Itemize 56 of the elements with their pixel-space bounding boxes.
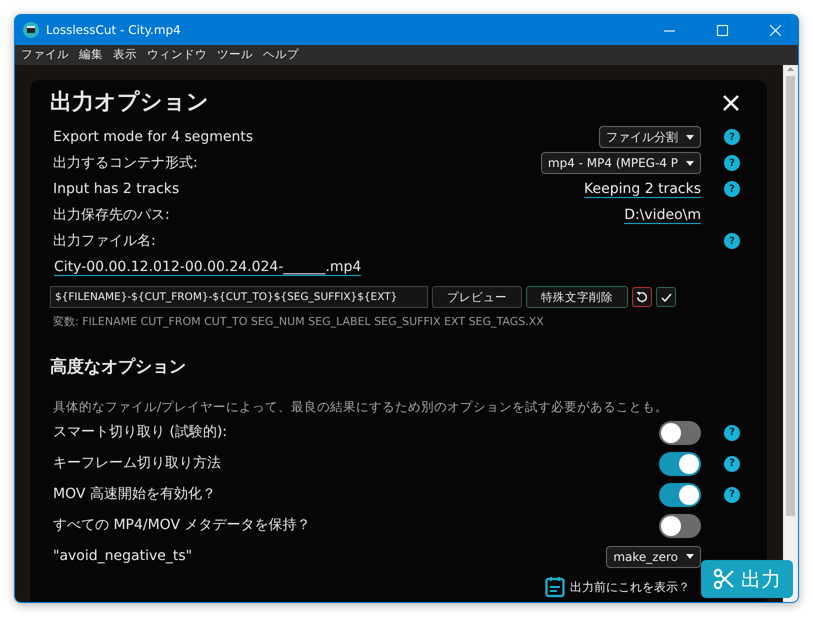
help-icon[interactable]: ? xyxy=(724,181,740,198)
confirm-button[interactable] xyxy=(656,287,676,308)
menu-item[interactable]: 編集 xyxy=(79,46,103,64)
maximize-icon xyxy=(716,24,728,36)
close-icon xyxy=(770,24,780,36)
toggle-switch[interactable] xyxy=(659,482,701,507)
dropdown[interactable]: make_zero xyxy=(606,546,701,568)
help-icon[interactable]: ? xyxy=(724,456,740,472)
help-icon[interactable]: ? xyxy=(724,155,740,172)
option-label: 出力保存先のパス: xyxy=(52,206,171,225)
text-button[interactable]: プレビュー xyxy=(432,286,522,308)
help-icon[interactable]: ? xyxy=(724,424,740,441)
help-icon[interactable]: ? xyxy=(724,233,740,250)
app-logo-icon xyxy=(23,22,39,38)
menu-item[interactable]: ファイル xyxy=(21,46,69,64)
option-label: スマート切り取り (試験的): xyxy=(52,423,228,442)
caret-icon xyxy=(686,134,694,140)
toggle-switch[interactable] xyxy=(659,452,701,476)
option-label: 出力ファイル名: xyxy=(52,232,157,251)
menu-item[interactable]: ヘルプ xyxy=(263,46,299,64)
option-label: すべての MP4/MOV メタデータを保持？ xyxy=(52,516,312,536)
template-field[interactable]: ${FILENAME}-${CUT_FROM}-${CUT_TO}${SEG_SUFFIX}${EXT} xyxy=(50,286,428,308)
menu-item[interactable]: ウィンドウ xyxy=(147,46,207,64)
advanced-note: 具体的なファイル/プレイヤーによって、最良の結果にするため別のオプションを試す必要があることも。 xyxy=(52,398,670,416)
menu-item[interactable]: 表示 xyxy=(113,46,137,64)
scrollbar[interactable] xyxy=(783,65,798,602)
scissors-icon xyxy=(713,568,735,590)
caret-icon xyxy=(686,554,694,560)
link[interactable]: Keeping 2 tracks xyxy=(584,180,701,198)
reset-button[interactable] xyxy=(632,287,652,308)
calendar-icon[interactable] xyxy=(545,576,565,598)
text-button[interactable]: 特殊文字削除 xyxy=(526,286,628,308)
option-label: "avoid_negative_ts" xyxy=(52,547,194,566)
reset-icon xyxy=(636,291,648,304)
link[interactable]: D:\video\m xyxy=(624,206,701,224)
menu-item[interactable]: ツール xyxy=(217,46,253,64)
caret-icon xyxy=(686,160,694,166)
close-icon[interactable] xyxy=(723,95,739,112)
option-label: 出力するコンテナ形式: xyxy=(52,154,199,173)
option-label: キーフレーム切り取り方法 xyxy=(52,454,222,474)
dialog-title: 出力オプション xyxy=(50,90,209,116)
help-icon[interactable]: ? xyxy=(724,486,740,503)
dropdown[interactable]: ファイル分割 xyxy=(599,126,701,148)
window-title: LosslessCut - City.mp4 xyxy=(46,22,182,39)
variables-hint: 変数: FILENAME CUT_FROM CUT_TO SEG_NUM SEG_LABEL SEG_SUFFIX EXT SEG_TAGS.XX xyxy=(52,314,545,330)
option-label: Input has 2 tracks xyxy=(52,180,180,199)
section-title: 高度なオプション xyxy=(50,356,187,379)
option-label: MOV 高速開始を有効化？ xyxy=(52,485,217,504)
toggle-switch[interactable] xyxy=(659,514,701,538)
dropdown[interactable]: mp4 - MP4 (MPEG-4 P xyxy=(540,152,701,174)
help-icon[interactable]: ? xyxy=(724,129,740,146)
option-label: Export mode for 4 segments xyxy=(52,128,254,147)
filename-preview: City-00.00.12.012-00.00.24.024-______.mp4 xyxy=(54,259,362,276)
check-icon xyxy=(660,292,672,302)
toggle-switch[interactable] xyxy=(659,420,701,445)
confirm-label: 出力前にこれを表示？ xyxy=(570,580,690,594)
